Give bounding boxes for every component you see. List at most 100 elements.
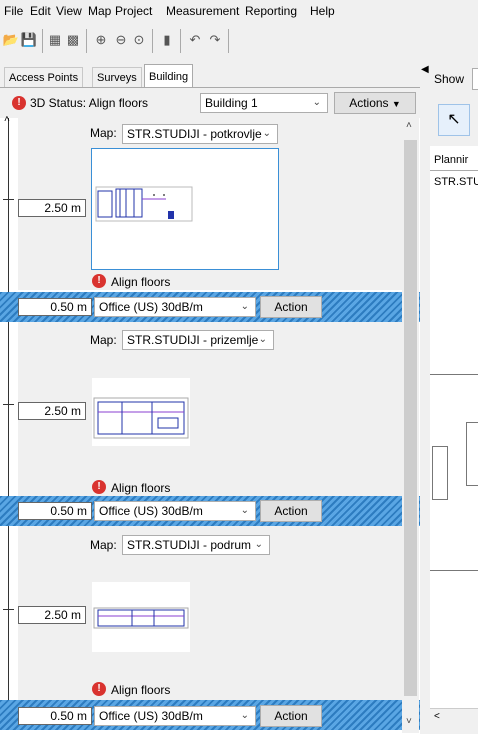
slab-thickness-input[interactable]: 0.50 m xyxy=(18,707,92,725)
chevron-down-icon: ⌄ xyxy=(262,128,271,139)
vertical-scrollbar[interactable]: ˄ ˅ xyxy=(402,118,419,733)
map-name-label: STR.STU xyxy=(434,176,478,188)
right-tools: ↖ xyxy=(430,96,478,146)
divider xyxy=(430,170,478,171)
right-toolbar: Show xyxy=(430,64,478,92)
action-button[interactable]: Action xyxy=(260,705,322,727)
zoom-out-icon[interactable]: ⊖ xyxy=(112,31,130,49)
grid-icon[interactable]: ▦ xyxy=(46,31,64,49)
map-label: Map: xyxy=(90,333,117,347)
floor-plan-image xyxy=(93,607,189,629)
ruler-tick xyxy=(3,609,14,610)
material-select[interactable]: Office (US) 30dB/m ⌄ xyxy=(94,706,256,726)
slab-thickness-input[interactable]: 0.50 m xyxy=(18,502,92,520)
scroll-down-icon[interactable]: ˅ xyxy=(406,716,412,727)
action-button[interactable]: Action xyxy=(260,296,322,318)
tab-building[interactable]: Building xyxy=(144,64,194,89)
collapse-arrow-icon[interactable]: ◀ xyxy=(421,64,429,75)
actions-button[interactable]: Actions ▼ xyxy=(334,92,416,114)
zoom-in-icon[interactable]: ⊕ xyxy=(92,31,110,49)
menu-project[interactable]: Project xyxy=(115,4,152,18)
floor-height-input[interactable]: 2.50 m xyxy=(18,199,86,217)
warning-icon: ! xyxy=(92,682,106,696)
floor-thumbnail-selected[interactable] xyxy=(91,148,279,270)
material-select[interactable]: Office (US) 30dB/m ⌄ xyxy=(94,501,256,521)
arrow-up-icon: ˄ xyxy=(4,114,10,125)
align-floors-label: Align floors xyxy=(111,481,171,495)
floor-thumbnail[interactable] xyxy=(92,582,190,652)
slab-thickness-input[interactable]: 0.50 m xyxy=(18,298,92,316)
scroll-up-icon[interactable]: ˄ xyxy=(406,120,412,131)
status-label: 3D Status: Align floors xyxy=(30,96,149,110)
map-select[interactable]: STR.STUDIJI - potkrovlje ⌄ xyxy=(122,124,278,144)
zoom-fit-icon[interactable]: ⊙ xyxy=(130,31,148,49)
menu-edit[interactable]: Edit xyxy=(30,4,51,18)
save-icon[interactable]: 💾 xyxy=(20,31,38,49)
align-floors-label: Align floors xyxy=(111,683,171,697)
toolbar: 📂 💾 ▦ ▩ ⊕ ⊖ ⊙ ▮ ↶ ↷ xyxy=(0,23,478,63)
map-select[interactable]: STR.STUDIJI - podrum ⌄ xyxy=(122,535,270,555)
ruler-tick xyxy=(3,404,14,405)
divider xyxy=(430,570,478,571)
map-label: Map: xyxy=(90,126,117,140)
show-select[interactable] xyxy=(472,68,478,90)
material-select-value: Office (US) 30dB/m xyxy=(99,300,203,314)
map-select[interactable]: STR.STUDIJI - prizemlje ⌄ xyxy=(122,330,274,350)
toolbar-separator xyxy=(152,29,153,53)
floor-height-input[interactable]: 2.50 m xyxy=(18,606,86,624)
menu-bar: File Edit View Map Project Measurement R… xyxy=(0,0,478,22)
align-floors-label: Align floors xyxy=(111,275,171,289)
tab-access-points[interactable]: Access Points xyxy=(4,67,84,88)
material-select-value: Office (US) 30dB/m xyxy=(99,504,203,518)
menu-view[interactable]: View xyxy=(56,4,82,18)
redo-icon[interactable]: ↷ xyxy=(206,31,224,49)
menu-file[interactable]: File xyxy=(4,4,23,18)
show-label: Show xyxy=(434,72,465,86)
toolbar-separator xyxy=(42,29,43,53)
status-row: ! 3D Status: Align floors Building 1 ⌄ A… xyxy=(0,88,420,118)
menu-reporting[interactable]: Reporting xyxy=(245,4,297,18)
warning-icon: ! xyxy=(12,96,26,110)
caret-down-icon: ▼ xyxy=(391,99,401,109)
map-select-value: STR.STUDIJI - potkrovlje xyxy=(127,127,262,141)
chart-icon[interactable]: ▮ xyxy=(158,31,176,49)
slab-band: 0.50 m Office (US) 30dB/m ⌄ Action xyxy=(0,496,420,526)
tab-surveys[interactable]: Surveys xyxy=(92,67,142,88)
height-ruler xyxy=(8,118,9,730)
horizontal-scrollbar[interactable]: < xyxy=(430,708,478,727)
action-button[interactable]: Action xyxy=(260,500,322,522)
scrollbar-thumb[interactable] xyxy=(404,140,417,696)
building-select[interactable]: Building 1 ⌄ xyxy=(200,93,328,113)
map-label: Map: xyxy=(90,538,117,552)
slab-band: 0.50 m Office (US) 30dB/m ⌄ Action xyxy=(0,700,420,730)
open-folder-icon[interactable]: 📂 xyxy=(2,31,20,49)
material-select[interactable]: Office (US) 30dB/m ⌄ xyxy=(94,297,256,317)
undo-icon[interactable]: ↶ xyxy=(186,31,204,49)
right-map-area: Plannir STR.STU < xyxy=(430,146,478,727)
floor-preview xyxy=(432,446,448,500)
planning-label: Plannir xyxy=(434,154,469,166)
menu-help[interactable]: Help xyxy=(310,4,335,18)
export-icon[interactable]: ▩ xyxy=(64,31,82,49)
ruler-tick xyxy=(3,199,14,200)
floor-height-input[interactable]: 2.50 m xyxy=(18,402,86,420)
menu-measurement[interactable]: Measurement xyxy=(166,4,239,18)
slab-band: 0.50 m Office (US) 30dB/m ⌄ Action xyxy=(0,292,420,322)
floor-plan-image xyxy=(93,397,189,439)
map-select-value: STR.STUDIJI - podrum xyxy=(127,538,252,552)
chevron-down-icon: ⌄ xyxy=(258,334,267,345)
chevron-down-icon: ⌄ xyxy=(254,539,263,550)
pointer-tool-icon[interactable]: ↖ xyxy=(438,104,470,136)
menu-map[interactable]: Map xyxy=(88,4,111,18)
chevron-down-icon: ⌄ xyxy=(240,505,249,516)
floor-preview xyxy=(466,422,478,486)
chevron-down-icon: ⌄ xyxy=(240,301,249,312)
building-select-value: Building 1 xyxy=(205,96,258,110)
floor-thumbnail[interactable] xyxy=(92,378,190,446)
material-select-value: Office (US) 30dB/m xyxy=(99,709,203,723)
toolbar-separator xyxy=(228,29,229,53)
map-select-value: STR.STUDIJI - prizemlje xyxy=(127,333,259,347)
actions-button-label: Actions xyxy=(349,96,389,110)
scroll-left-icon[interactable]: < xyxy=(434,711,440,722)
warning-icon: ! xyxy=(92,274,106,288)
